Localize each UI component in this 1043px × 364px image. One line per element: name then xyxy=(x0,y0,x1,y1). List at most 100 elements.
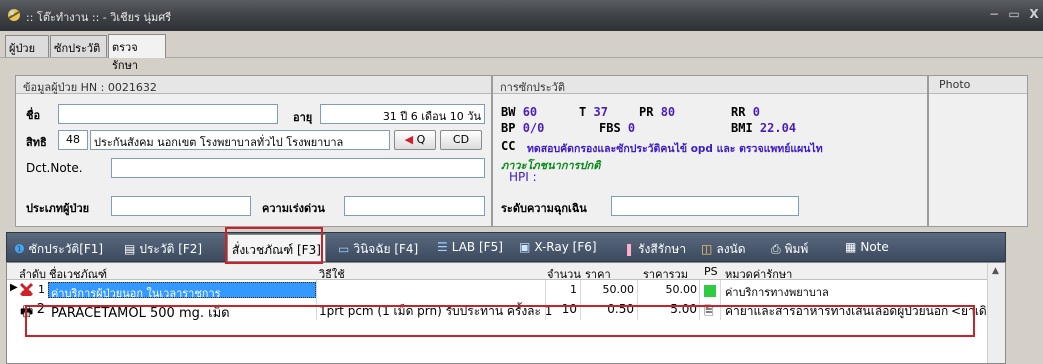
q-button[interactable]: ◀ Q xyxy=(394,130,436,150)
bmi-vital: BMI 22.04 xyxy=(731,121,796,135)
patient-type-field[interactable] xyxy=(111,196,251,216)
bp-value: 0/0 xyxy=(522,121,545,135)
column-divider xyxy=(580,280,581,320)
tab-note-label: Note xyxy=(860,240,889,254)
tab-history-f1[interactable]: ❶ ซักประวัติ[F1] xyxy=(10,236,107,260)
emergency-field[interactable] xyxy=(611,196,799,216)
print-icon: ⎙ xyxy=(771,242,781,256)
q-button-label: Q xyxy=(416,133,426,146)
bw-label: BW xyxy=(501,105,516,119)
fbs-value: 0 xyxy=(627,121,636,135)
item-category: ค่าบริการทางพยาบาล xyxy=(725,286,829,299)
scroll-up-icon[interactable]: ▲ xyxy=(992,266,999,276)
rr-label: RR xyxy=(731,105,746,119)
tab-medicine-f3[interactable]: สั่งเวชภัณฑ์ [F3] xyxy=(227,234,326,262)
tab-record-f2-label: ประวัติ [F2] xyxy=(139,242,203,256)
app-icon xyxy=(8,9,20,21)
main-tab-strip: ผู้ป่วย ซักประวัติ ตรวจรักษา xyxy=(0,31,1043,72)
radiation-icon: ❚ xyxy=(624,242,635,256)
urgency-field[interactable] xyxy=(344,196,485,216)
pr-vital: PR 80 xyxy=(639,105,675,119)
tab-diagnosis-f4[interactable]: ▭ วินิจฉัย [F4] xyxy=(334,236,422,260)
tab-lab-f5[interactable]: ☰ LAB [F5] xyxy=(433,236,507,260)
table-row[interactable]: 🖶 2 PARACETAMOL 500 mg. เม็ด 1prt pcm (1… xyxy=(7,301,995,323)
row-number: 1 xyxy=(38,283,45,296)
tab-diagnosis-f4-label: วินิจฉัย [F4] xyxy=(353,242,419,256)
item-qty: 1 xyxy=(570,283,577,296)
tab-lab-f5-label: LAB [F5] xyxy=(451,240,503,254)
tab-record-f2[interactable]: ▤ ประวัติ [F2] xyxy=(120,236,206,260)
item-name[interactable]: PARACETAMOL 500 mg. เม็ด xyxy=(51,302,230,323)
window-title: :: โต๊ะทำงาน :: - วิเชียร นุ่มศรี xyxy=(26,11,172,24)
tab-patient-label: ผู้ป่วย xyxy=(9,42,36,55)
tab-examination-label: ตรวจรักษา xyxy=(112,41,138,72)
tab-xray-f6-label: X-Ray [F6] xyxy=(534,240,597,254)
pr-label: PR xyxy=(639,105,654,119)
tab-patient[interactable]: ผู้ป่วย xyxy=(5,35,49,57)
title-bar: :: โต๊ะทำงาน :: - วิเชียร นุ่มศรี − ▭ X xyxy=(0,0,1043,31)
patient-info-panel: ข้อมูลผู้ป่วย HN : 0021632 ชื่อ อายุ 31 … xyxy=(15,75,492,227)
tab-radiation[interactable]: ❚ รังสีรักษา xyxy=(620,236,690,260)
bmi-label: BMI xyxy=(731,121,753,135)
tab-note[interactable]: ▦ Note xyxy=(841,236,893,260)
appointment-icon: ◫ xyxy=(701,242,713,256)
note-icon: ▦ xyxy=(845,240,857,254)
column-divider xyxy=(699,280,700,320)
maximize-button[interactable]: ▭ xyxy=(1006,6,1022,22)
rights-code-field[interactable]: 48 xyxy=(58,130,88,150)
close-button[interactable]: X xyxy=(1026,6,1042,22)
dct-note-field[interactable] xyxy=(111,158,485,178)
age-label: อายุ xyxy=(293,111,313,124)
history-header: การซักประวัติ xyxy=(493,76,927,94)
column-divider xyxy=(545,280,546,320)
tab-medicine-f3-label: สั่งเวชภัณฑ์ [F3] xyxy=(232,243,321,257)
tab-radiation-label: รังสีรักษา xyxy=(638,242,687,256)
history-panel: การซักประวัติ BW 60 T 37 PR 80 RR 0 BP 0… xyxy=(492,75,928,227)
tab-history-label: ซักประวัติ xyxy=(54,42,101,55)
rights-label: สิทธิ xyxy=(26,136,47,149)
cc-label: CC xyxy=(501,139,516,153)
patient-type-label: ประเภทผู้ป่วย xyxy=(26,202,90,215)
item-category: ค่ายาและสารอาหารทางเส้นเลือดผู้ป่วยนอก xyxy=(725,304,949,318)
lab-icon: ☰ xyxy=(437,240,448,254)
tab-print-label: พิมพ์ xyxy=(784,242,809,256)
name-label: ชื่อ xyxy=(26,109,41,122)
column-divider xyxy=(720,280,721,320)
row-number: 2 xyxy=(36,302,45,317)
fbs-vital: FBS 0 xyxy=(599,121,635,135)
column-header-ps[interactable]: PS xyxy=(704,265,718,278)
hpi-label: HPI : xyxy=(509,170,537,184)
xray-icon: ▣ xyxy=(519,240,531,254)
tab-print[interactable]: ⎙ พิมพ์ xyxy=(767,236,812,260)
tab-examination[interactable]: ตรวจรักษา xyxy=(108,34,166,72)
item-name-selected[interactable]: ค่าบริการผู้ป่วยนอก ในเวลาราชการ xyxy=(48,282,316,300)
tab-appointment[interactable]: ◫ ลงนัด xyxy=(697,236,750,260)
tab-history[interactable]: ซักประวัติ xyxy=(50,35,107,57)
tab-xray-f6[interactable]: ▣ X-Ray [F6] xyxy=(515,236,601,260)
medicine-order-grid[interactable]: ลำดับ ชื่อเวชภัณฑ์ วิธีใช้ จำนวน ราคา รา… xyxy=(6,262,1006,364)
order-tab-strip: ❶ ซักประวัติ[F1] ▤ ประวัติ [F2] สั่งเวชภัณ… xyxy=(6,232,1006,262)
row-pointer-icon: ▶ xyxy=(10,282,18,293)
table-row[interactable]: ▶ 1 ค่าบริการผู้ป่วยนอก ในเวลาราชการ 1 5… xyxy=(7,281,987,300)
minimize-button[interactable]: − xyxy=(986,6,1002,22)
rights-field[interactable]: ประกันสังคม นอกเขต โรงพยาบาลทั่วไป โรงพย… xyxy=(90,130,390,150)
bmi-value: 22.04 xyxy=(759,121,797,135)
name-field[interactable] xyxy=(58,104,278,124)
item-qty: 10 xyxy=(561,302,577,316)
fbs-label: FBS xyxy=(599,121,621,135)
item-usage: 1prt pcm (1 เม็ด prn) รับประทาน ครั้งละ … xyxy=(319,304,553,318)
grid-scrollbar[interactable]: ▲ xyxy=(987,263,1005,363)
document-icon: 🗎 xyxy=(704,304,714,318)
cd-button[interactable]: CD xyxy=(440,130,482,150)
photo-header: Photo xyxy=(929,76,1027,94)
cc-value: ทดสอบคัดกรองและซักประวัติคนไข้ opd และ ต… xyxy=(527,143,823,155)
bp-vital: BP 0/0 xyxy=(501,121,544,135)
t-label: T xyxy=(579,105,587,119)
grid-header: ลำดับ ชื่อเวชภัณฑ์ วิธีใช้ จำนวน ราคา รา… xyxy=(7,263,987,281)
age-field[interactable]: 31 ปี 6 เดือน 10 วัน xyxy=(320,104,485,124)
rr-vital: RR 0 xyxy=(731,105,760,119)
dct-note-label: Dct.Note. xyxy=(26,161,83,175)
urgency-label: ความเร่งด่วน xyxy=(262,202,325,215)
tab-appointment-label: ลงนัด xyxy=(716,242,746,256)
t-value: 37 xyxy=(593,105,608,119)
